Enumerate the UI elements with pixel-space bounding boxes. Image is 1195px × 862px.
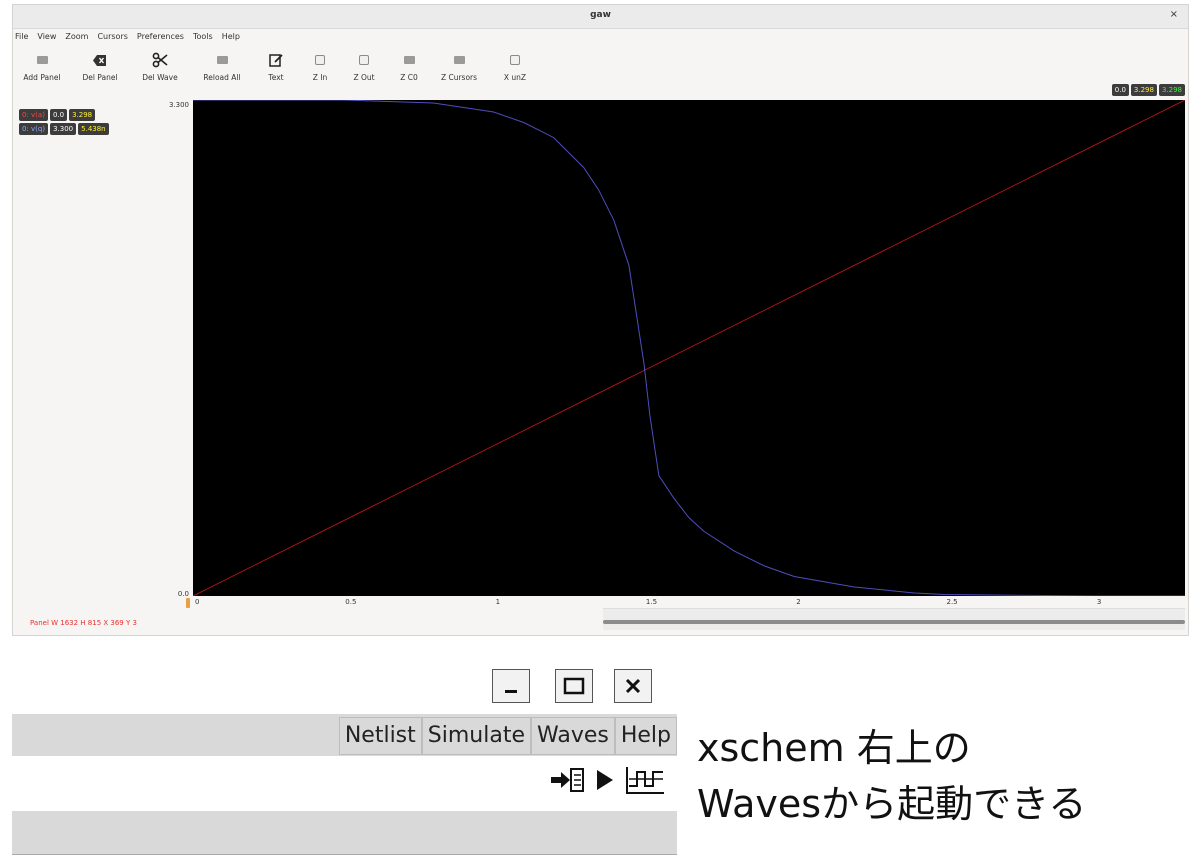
menu-tools[interactable]: Tools xyxy=(193,29,213,45)
menu-bar: File View Zoom Cursors Preferences Tools… xyxy=(13,29,1188,45)
scissors-icon xyxy=(152,52,168,68)
zoom-c0-button[interactable]: Z C0 xyxy=(387,49,431,93)
wave-row-a[interactable]: 0: v(a) 0.0 3.298 xyxy=(19,109,109,121)
x-tick-label: 1 xyxy=(495,598,501,606)
del-panel-button[interactable]: Del Panel xyxy=(71,49,129,93)
toolbar-label: Del Wave xyxy=(142,73,178,82)
wave-value: 0.0 xyxy=(49,109,68,121)
y-max-label: 3.300 xyxy=(168,101,189,109)
zoom-cursors-icon xyxy=(453,52,465,68)
caption-line-2: Wavesから起動できる xyxy=(697,782,1087,826)
text-edit-icon xyxy=(268,52,284,68)
toolbar-label: Z Out xyxy=(353,73,375,82)
wave-name[interactable]: 0: v(a) xyxy=(19,109,48,121)
cursor-delta: 0.0 xyxy=(1111,84,1129,96)
wave-row-q[interactable]: 0: v(q) 3.300 5.438n xyxy=(19,123,109,135)
wave-value: 3.298 xyxy=(69,109,96,121)
toolbar-label: Z C0 xyxy=(400,73,418,82)
zoom-in-icon xyxy=(315,52,325,68)
menu-waves[interactable]: Waves xyxy=(531,717,615,755)
x-tick-label: 0 xyxy=(195,598,200,606)
menu-cursors[interactable]: Cursors xyxy=(97,29,127,45)
menu-simulate[interactable]: Simulate xyxy=(421,717,531,755)
cursor-values: 0.0 3.298 3.298 xyxy=(1111,84,1185,96)
del-wave-button[interactable]: Del Wave xyxy=(129,49,191,93)
wave-name[interactable]: 0: v(q) xyxy=(19,123,49,135)
reload-all-button[interactable]: Reload All xyxy=(191,49,253,93)
toolbar-label: Text xyxy=(268,73,284,82)
wave-value: 5.438n xyxy=(78,123,109,135)
horizontal-scrollbar[interactable] xyxy=(603,608,1185,630)
gaw-window: gaw × File View Zoom Cursors Preferences… xyxy=(12,4,1189,636)
maximize-icon xyxy=(563,677,585,695)
toolbar-label: Del Panel xyxy=(82,73,118,82)
add-panel-icon xyxy=(36,52,48,68)
wave-value: 3.300 xyxy=(50,123,77,135)
menu-help[interactable]: Help xyxy=(614,717,677,755)
toolbar-label: Z In xyxy=(312,73,328,82)
zoom-out-icon xyxy=(359,52,369,68)
close-button[interactable] xyxy=(614,669,652,703)
xschem-toolbar xyxy=(12,756,677,811)
play-icon[interactable] xyxy=(595,768,615,792)
zoom-cursors-button[interactable]: Z Cursors xyxy=(431,49,487,93)
xschem-tabbar xyxy=(12,811,677,855)
del-panel-icon xyxy=(93,52,107,68)
window-title: gaw xyxy=(590,10,611,20)
zoom-out-button[interactable]: Z Out xyxy=(341,49,387,93)
title-bar: gaw × xyxy=(13,5,1188,29)
scrollbar-thumb[interactable] xyxy=(603,620,1185,624)
menu-view[interactable]: View xyxy=(37,29,56,45)
waveform-plot[interactable] xyxy=(193,100,1185,596)
minimize-icon xyxy=(505,690,517,693)
cursor-0-value: 3.298 xyxy=(1130,84,1157,96)
toolbar-label: Add Panel xyxy=(23,73,61,82)
minimize-button[interactable] xyxy=(492,669,530,703)
waves-icon[interactable] xyxy=(625,766,665,794)
menu-preferences[interactable]: Preferences xyxy=(137,29,184,45)
reload-icon xyxy=(216,52,228,68)
x-tick-label: 2.5 xyxy=(946,598,958,606)
x-tick-label: 3 xyxy=(1096,598,1102,606)
zoom-c0-icon xyxy=(403,52,415,68)
toolbar-label: Z Cursors xyxy=(440,73,478,82)
maximize-button[interactable] xyxy=(555,669,593,703)
add-panel-button[interactable]: Add Panel xyxy=(13,49,71,93)
menu-help[interactable]: Help xyxy=(222,29,240,45)
x-tick-label: 1.5 xyxy=(645,598,658,606)
x-tick-label: 0.5 xyxy=(345,598,357,606)
text-button[interactable]: Text xyxy=(253,49,299,93)
close-icon[interactable]: × xyxy=(1170,9,1178,20)
menu-file[interactable]: File xyxy=(15,29,28,45)
status-text: Panel W 1632 H 815 X 369 Y 3 xyxy=(30,619,137,627)
caption: xschem 右上の Wavesから起動できる xyxy=(697,720,1086,832)
cursor-1-value: 3.298 xyxy=(1158,84,1185,96)
zoom-in-button[interactable]: Z In xyxy=(299,49,341,93)
x-unzoom-button[interactable]: X unZ xyxy=(487,49,543,93)
close-icon xyxy=(625,678,641,694)
menu-netlist[interactable]: Netlist xyxy=(338,717,422,755)
x-tick-label: 2 xyxy=(796,598,801,606)
toolbar-label: X unZ xyxy=(503,73,527,82)
y-min-label: 0.0 xyxy=(177,590,189,598)
menu-zoom[interactable]: Zoom xyxy=(65,29,88,45)
toolbar-label: Reload All xyxy=(203,73,241,82)
toolbar: Add Panel Del Panel Del Wave Reload All … xyxy=(13,49,543,93)
xschem-menubar: Netlist Simulate Waves Help xyxy=(12,714,677,756)
caption-line-1: xschem 右上の xyxy=(697,726,971,770)
xschem-window-crop: Netlist Simulate Waves Help xyxy=(12,657,680,862)
wave-list: 0: v(a) 0.0 3.298 0: v(q) 3.300 5.438n xyxy=(19,109,109,137)
cursor-0-handle[interactable] xyxy=(186,598,190,608)
x-unzoom-icon xyxy=(510,52,520,68)
netlist-arrow-icon[interactable] xyxy=(551,766,585,794)
